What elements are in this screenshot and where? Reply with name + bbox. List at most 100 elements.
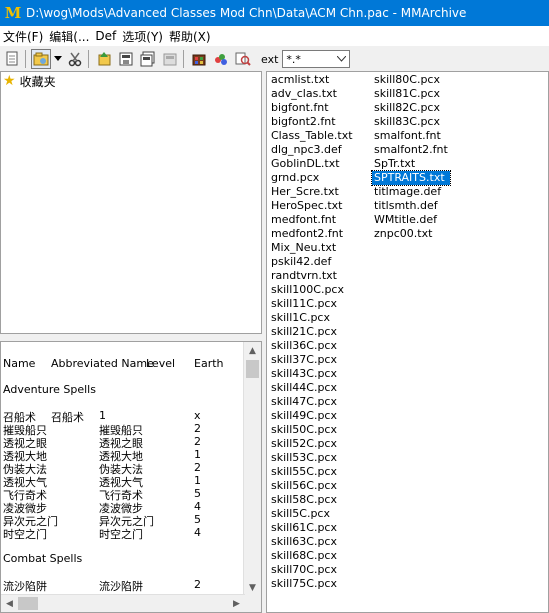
spell-abbr: 透视大地 xyxy=(99,450,143,463)
tree-item-favorites[interactable]: ★ 收藏夹 xyxy=(1,72,261,90)
file-item[interactable]: skill58C.pcx xyxy=(269,493,355,507)
tree-item-label: 收藏夹 xyxy=(19,74,56,89)
star-icon: ★ xyxy=(3,73,16,89)
dropdown-arrow-icon[interactable] xyxy=(53,49,63,69)
scroll-thumb[interactable] xyxy=(246,360,259,378)
file-item[interactable]: skill1C.pcx xyxy=(269,311,355,325)
extract-icon[interactable] xyxy=(116,49,136,69)
scissors-icon[interactable] xyxy=(65,49,85,69)
scroll-down-icon[interactable]: ▼ xyxy=(244,579,261,596)
file-item[interactable]: skill50C.pcx xyxy=(269,423,355,437)
file-item[interactable]: Mix_Neu.txt xyxy=(269,241,355,255)
file-item[interactable]: bigfont.fnt xyxy=(269,101,355,115)
menu-def[interactable]: Def xyxy=(92,29,119,43)
file-item[interactable]: acmlist.txt xyxy=(269,73,355,87)
spell-name: 透视之眼 xyxy=(3,437,47,450)
file-column: acmlist.txt adv_clas.txt bigfont.fnt bigfon… xyxy=(269,73,355,591)
rebuild-icon[interactable] xyxy=(189,49,209,69)
new-file-icon[interactable] xyxy=(2,49,22,69)
vertical-scrollbar[interactable]: ▲ ▼ xyxy=(243,342,261,596)
file-list[interactable]: acmlist.txt adv_clas.txt bigfont.fnt bigfon… xyxy=(266,71,549,613)
file-item[interactable]: skill5C.pcx xyxy=(269,507,355,521)
app-icon: M xyxy=(4,4,22,22)
spell-abbr: 飞行奇术 xyxy=(99,489,143,502)
spell-earth: x xyxy=(194,409,201,422)
delete-icon[interactable] xyxy=(160,49,180,69)
file-item[interactable]: skill82C.pcx xyxy=(372,101,450,115)
file-item[interactable]: dlg_npc3.def xyxy=(269,143,355,157)
file-item[interactable]: adv_clas.txt xyxy=(269,87,355,101)
file-item[interactable]: skill70C.pcx xyxy=(269,563,355,577)
spell-abbr: 透视大气 xyxy=(99,476,143,489)
file-item[interactable]: skill53C.pcx xyxy=(269,451,355,465)
ext-label: ext xyxy=(261,52,279,66)
menu-edit[interactable]: 编辑(... xyxy=(46,28,92,45)
toolbar-separator xyxy=(88,50,89,68)
extract-all-icon[interactable] xyxy=(138,49,158,69)
menu-help[interactable]: 帮助(X) xyxy=(166,28,214,45)
file-item[interactable]: WMtitle.def xyxy=(372,213,450,227)
scroll-thumb[interactable] xyxy=(18,597,38,610)
file-item[interactable]: Class_Table.txt xyxy=(269,129,355,143)
file-item[interactable]: SPTRAITS.txt xyxy=(371,170,451,186)
horizontal-scrollbar[interactable]: ◀ ▶ xyxy=(1,594,245,612)
file-item[interactable]: smalfont.fnt xyxy=(372,129,450,143)
file-item[interactable]: skill80C.pcx xyxy=(372,73,450,87)
file-item[interactable]: smalfont2.fnt xyxy=(372,143,450,157)
file-item[interactable]: skill68C.pcx xyxy=(269,549,355,563)
file-item[interactable]: skill37C.pcx xyxy=(269,353,355,367)
spell-name: 流沙陷阱 xyxy=(3,580,47,593)
file-item[interactable]: HeroSpec.txt xyxy=(269,199,355,213)
spell-name: 凌波微步 xyxy=(3,502,47,515)
file-item[interactable]: skill11C.pcx xyxy=(269,297,355,311)
file-item[interactable]: SpTr.txt xyxy=(372,157,450,171)
spell-level: 4 xyxy=(194,526,201,539)
file-item[interactable]: skill100C.pcx xyxy=(269,283,355,297)
file-item[interactable]: skill49C.pcx xyxy=(269,409,355,423)
spell-level: 1 xyxy=(194,448,201,461)
menu-options[interactable]: 选项(Y) xyxy=(119,28,166,45)
file-item[interactable]: grnd.pcx xyxy=(269,171,355,185)
file-item[interactable]: bigfont2.fnt xyxy=(269,115,355,129)
file-item[interactable]: Her_Scre.txt xyxy=(269,185,355,199)
text-preview-pane[interactable]: Name Abbreviated Name Level Earth Advent… xyxy=(0,341,262,613)
spell-name: 异次元之门 xyxy=(3,515,58,528)
file-item[interactable]: skill83C.pcx xyxy=(372,115,450,129)
file-item[interactable]: skill55C.pcx xyxy=(269,465,355,479)
add-file-icon[interactable] xyxy=(94,49,114,69)
file-item[interactable]: skill43C.pcx xyxy=(269,367,355,381)
window-title: D:\wog\Mods\Advanced Classes Mod Chn\Dat… xyxy=(26,6,467,20)
file-item[interactable]: medfont.fnt xyxy=(269,213,355,227)
spell-level: 5 xyxy=(194,513,201,526)
palette-icon[interactable] xyxy=(211,49,231,69)
ext-filter-select[interactable]: *.* xyxy=(282,50,351,68)
file-item[interactable]: skill36C.pcx xyxy=(269,339,355,353)
search-icon[interactable] xyxy=(233,49,253,69)
scroll-right-icon[interactable]: ▶ xyxy=(228,595,245,612)
scroll-left-icon[interactable]: ◀ xyxy=(1,595,18,612)
file-item[interactable]: znpc00.txt xyxy=(372,227,450,241)
file-item[interactable]: skill81C.pcx xyxy=(372,87,450,101)
spell-level: 5 xyxy=(194,487,201,500)
menu-file[interactable]: 文件(F) xyxy=(0,28,46,45)
file-item[interactable]: titlsmth.def xyxy=(372,199,450,213)
toolbar: ext *.* xyxy=(0,47,549,71)
file-item[interactable]: skill56C.pcx xyxy=(269,479,355,493)
file-item[interactable]: skill63C.pcx xyxy=(269,535,355,549)
file-item[interactable]: skill61C.pcx xyxy=(269,521,355,535)
file-item[interactable]: skill75C.pcx xyxy=(269,577,355,591)
file-item[interactable]: randtvrn.txt xyxy=(269,269,355,283)
open-folder-icon[interactable] xyxy=(31,49,51,69)
file-item[interactable]: skill52C.pcx xyxy=(269,437,355,451)
scroll-up-icon[interactable]: ▲ xyxy=(244,342,261,359)
file-item[interactable]: skill47C.pcx xyxy=(269,395,355,409)
file-item[interactable]: GoblinDL.txt xyxy=(269,157,355,171)
folder-tree[interactable]: ★ 收藏夹 xyxy=(0,71,262,334)
menu-bar: 文件(F) 编辑(... Def 选项(Y) 帮助(X) xyxy=(0,26,549,46)
file-item[interactable]: pskil42.def xyxy=(269,255,355,269)
file-item[interactable]: skill21C.pcx xyxy=(269,325,355,339)
file-item[interactable]: titlmage.def xyxy=(372,185,450,199)
file-item[interactable]: medfont2.fnt xyxy=(269,227,355,241)
spell-abbr: 召船术 xyxy=(51,411,84,424)
file-item[interactable]: skill44C.pcx xyxy=(269,381,355,395)
